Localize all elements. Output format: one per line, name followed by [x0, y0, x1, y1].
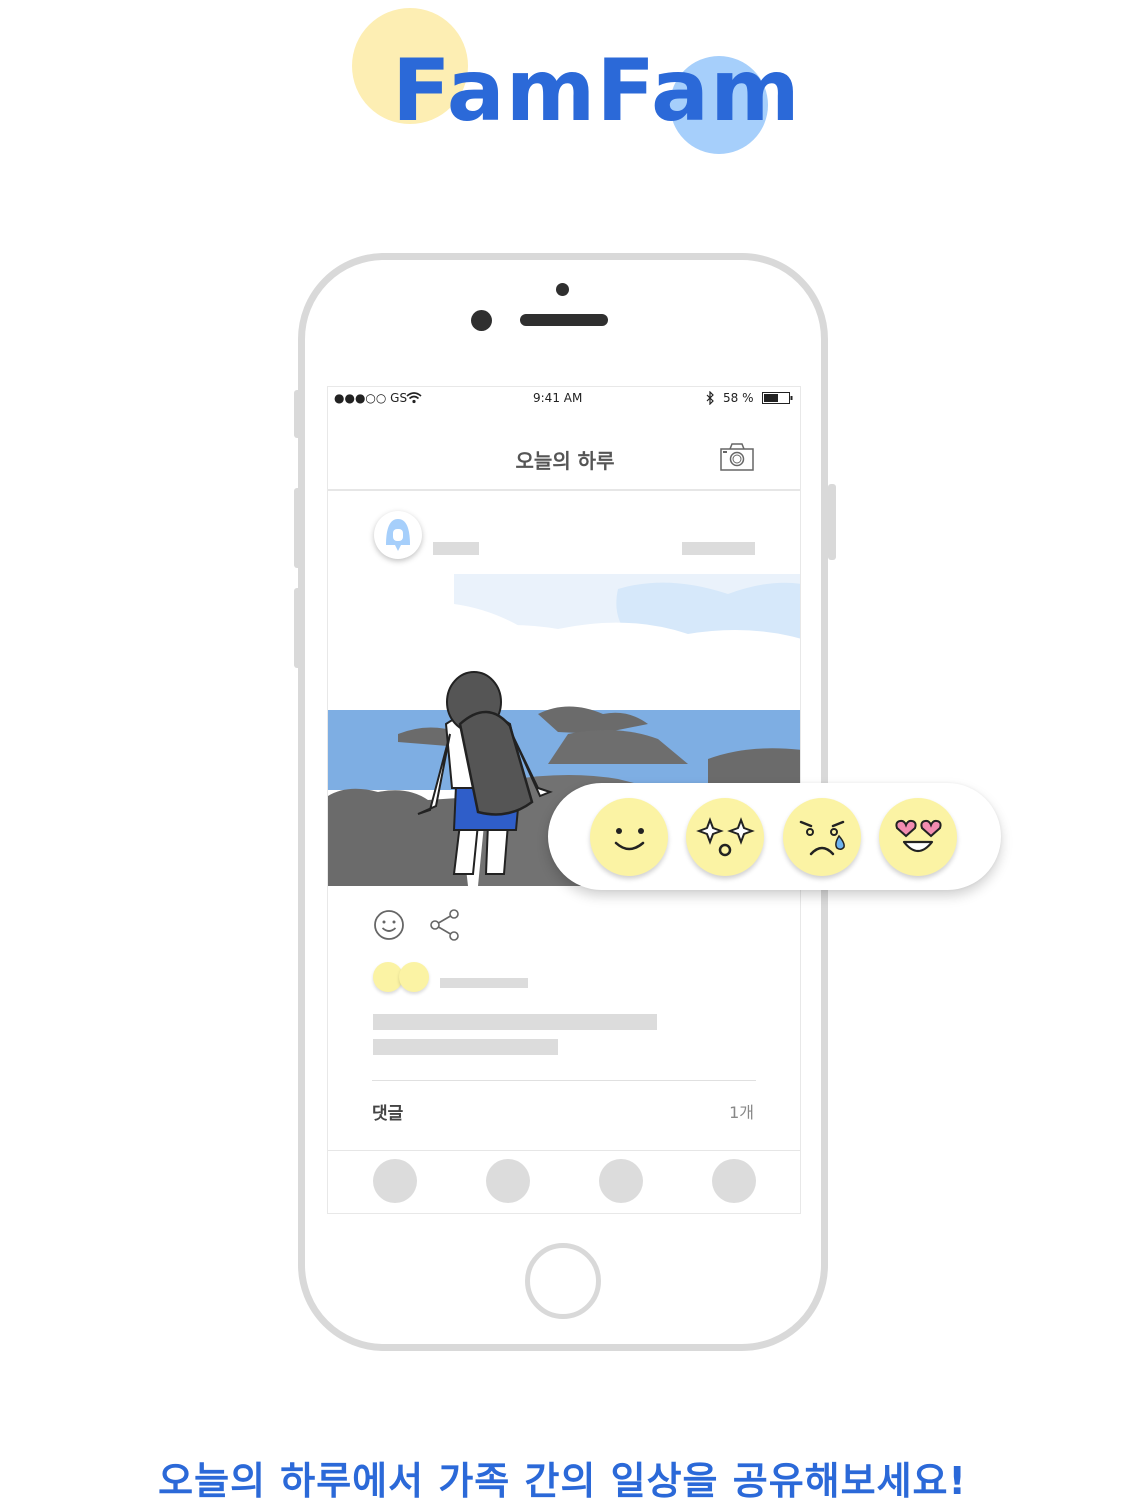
tab-item-1[interactable] [373, 1159, 417, 1203]
tab-item-2[interactable] [486, 1159, 530, 1203]
post-date-placeholder [682, 542, 755, 555]
mute-switch [294, 390, 302, 438]
tagline: 오늘의 하루에서 가족 간의 일상을 공유해보세요! [158, 1459, 967, 1503]
comments-label[interactable]: 댓글 [372, 1099, 403, 1124]
crying-emoji-icon[interactable] [783, 798, 861, 876]
tabbar-divider [328, 1150, 800, 1151]
status-bar: ●●●○○ GS 9:41 AM 58 % [328, 387, 800, 409]
reaction-summary-emoji [399, 962, 429, 992]
reaction-names-placeholder [440, 978, 528, 988]
battery-percent: 58 % [723, 391, 754, 405]
carrier-label: ●●●○○ GS [334, 391, 408, 405]
author-avatar[interactable] [374, 511, 422, 559]
power-button [828, 484, 836, 560]
camera-icon[interactable] [720, 443, 754, 471]
share-icon[interactable] [429, 908, 461, 942]
tab-item-3[interactable] [599, 1159, 643, 1203]
heart-eyes-emoji-icon[interactable] [879, 798, 957, 876]
comments-count: 1개 [729, 1103, 754, 1122]
front-camera [471, 310, 492, 331]
author-name-placeholder [433, 542, 479, 555]
volume-up-button [294, 488, 302, 568]
tab-item-4[interactable] [712, 1159, 756, 1203]
react-smile-icon[interactable] [373, 909, 405, 941]
battery-icon [762, 392, 793, 404]
reaction-picker [548, 783, 1001, 890]
volume-down-button [294, 588, 302, 668]
smile-emoji-icon[interactable] [590, 798, 668, 876]
wifi-icon [406, 392, 422, 404]
earpiece-speaker [520, 314, 608, 326]
bluetooth-icon [706, 391, 714, 405]
sensor-dot [556, 283, 569, 296]
status-time: 9:41 AM [533, 391, 583, 405]
app-logo: FamFam [392, 41, 801, 141]
top-navbar: 오늘의 하루 [328, 409, 800, 491]
divider [372, 1080, 756, 1081]
user-avatar-icon [386, 519, 410, 553]
sparkle-eyes-emoji-icon[interactable] [686, 798, 764, 876]
post-text-placeholder [373, 1039, 558, 1055]
post-text-placeholder [373, 1014, 657, 1030]
home-button[interactable] [525, 1243, 601, 1319]
